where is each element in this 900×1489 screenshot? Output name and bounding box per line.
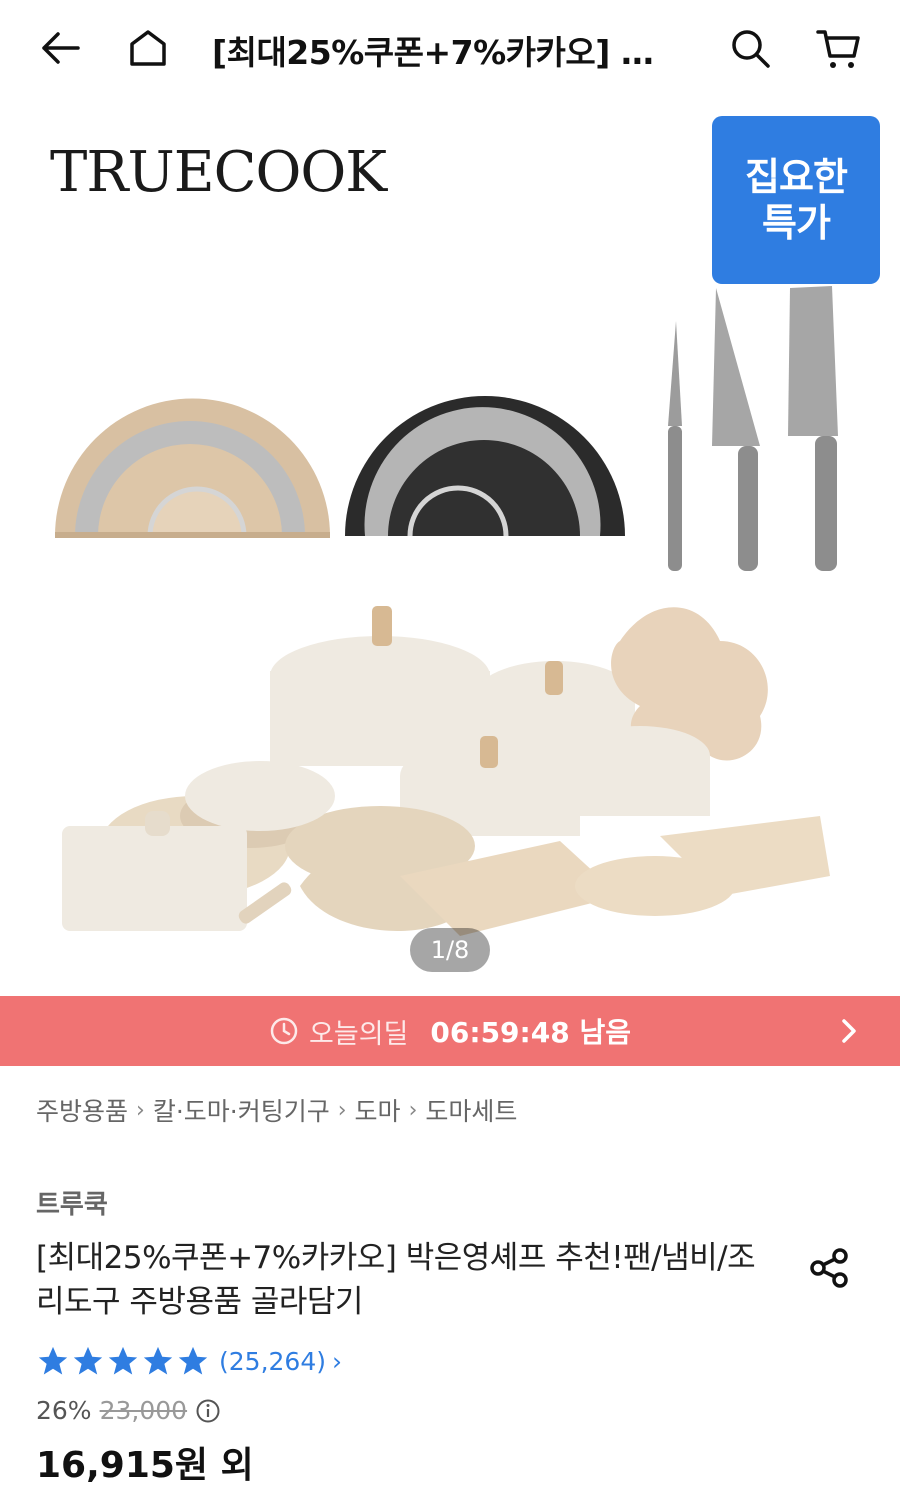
product-image-carousel[interactable]: TRUECOOK 집요한 특가 1/8	[0, 96, 900, 996]
slide-counter: 1/8	[410, 928, 490, 972]
original-price: 23,000	[99, 1396, 188, 1425]
star-icon	[73, 1346, 103, 1375]
chevron-right-icon: ›	[331, 1346, 342, 1376]
product-illustration	[55, 286, 838, 936]
price-row: 26% 23,000	[36, 1396, 221, 1425]
back-arrow-icon[interactable]	[32, 20, 88, 76]
share-icon[interactable]	[806, 1244, 854, 1292]
final-price: 16,915원 외	[36, 1445, 254, 1486]
today-deal-banner[interactable]: 오늘의딜 06:59:48 남음	[0, 996, 900, 1066]
cookware-set	[62, 606, 830, 936]
knife-set	[668, 286, 838, 571]
discount-rate: 26%	[36, 1396, 92, 1425]
home-icon[interactable]	[120, 20, 176, 76]
chevron-right-icon: ›	[408, 1097, 418, 1123]
rating-row[interactable]: (25,264) ›	[36, 1344, 342, 1378]
star-icon	[108, 1346, 138, 1375]
chevron-right-icon	[842, 1019, 856, 1043]
breadcrumb-item[interactable]: 도마세트	[425, 1092, 517, 1128]
breadcrumb-item[interactable]: 주방용품	[36, 1092, 128, 1128]
clock-icon	[270, 1017, 298, 1045]
cart-icon[interactable]	[810, 20, 866, 76]
chevron-right-icon: ›	[136, 1097, 145, 1123]
brand-name[interactable]: 트루쿡	[36, 1184, 108, 1221]
info-icon[interactable]	[195, 1398, 221, 1424]
product-title: [최대25%쿠폰+7%카카오] 박은영셰프 추천!팬/냄비/조리도구 주방용품 …	[36, 1240, 756, 1320]
black-cutting-board-set	[345, 396, 625, 537]
deal-countdown: 06:59:48 남음	[430, 1016, 631, 1049]
star-icon	[143, 1346, 173, 1375]
star-rating	[36, 1344, 211, 1378]
breadcrumb-item[interactable]: 칼·도마·커팅기구	[153, 1092, 330, 1128]
top-nav-bar: [최대25%쿠폰+7%카카오] …	[0, 0, 900, 96]
deal-label: 오늘의딜	[309, 1018, 409, 1050]
star-icon	[178, 1346, 208, 1375]
star-icon	[38, 1346, 68, 1375]
breadcrumb: 주방용품 › 칼·도마·커팅기구 › 도마 › 도마세트	[36, 1092, 517, 1128]
search-icon[interactable]	[722, 20, 778, 76]
chevron-right-icon: ›	[337, 1097, 347, 1123]
beige-cutting-board-set	[55, 398, 330, 538]
breadcrumb-item[interactable]: 도마	[355, 1092, 401, 1128]
page-title: [최대25%쿠폰+7%카카오] …	[212, 33, 654, 72]
review-count-link[interactable]: (25,264)	[219, 1347, 326, 1376]
